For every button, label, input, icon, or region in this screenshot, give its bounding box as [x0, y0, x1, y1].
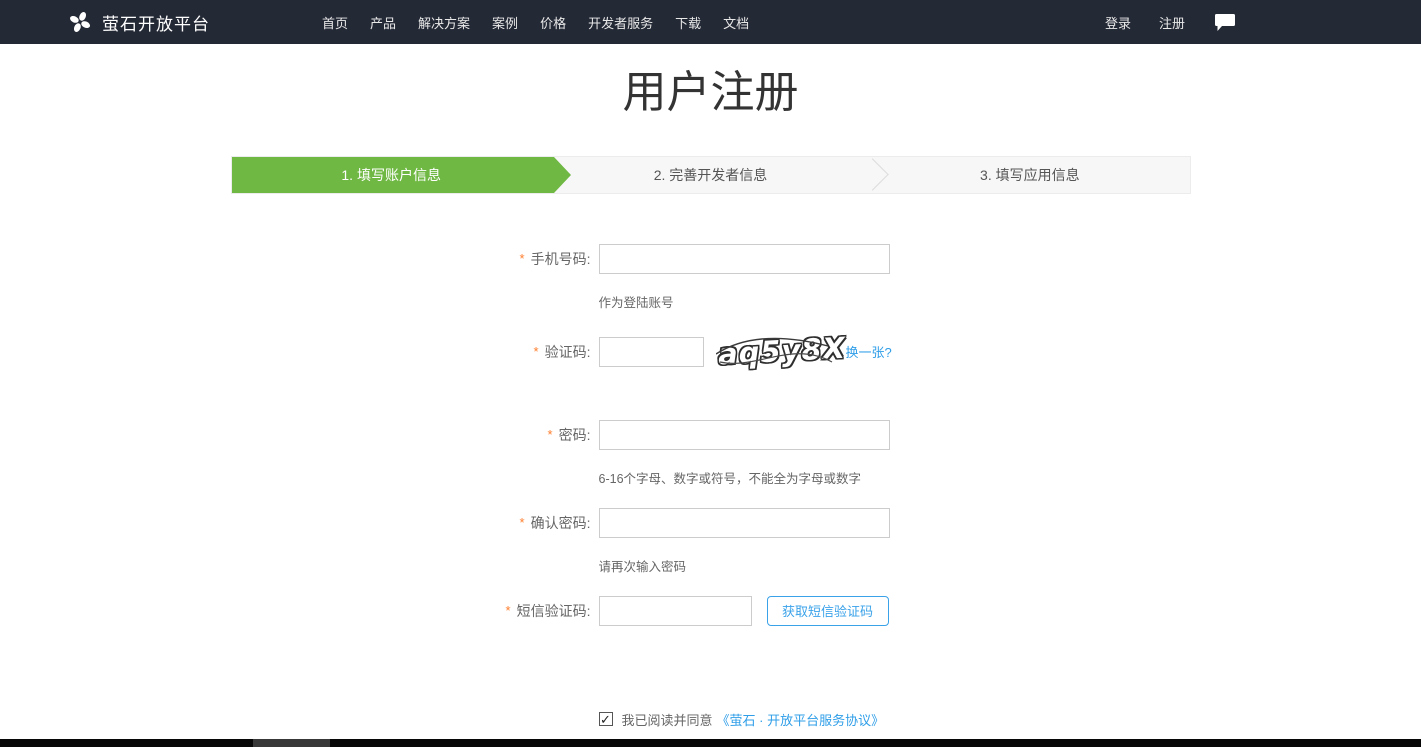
required-asterisk: * [534, 344, 539, 359]
confirm-password-group: *确认密码: 请再次输入密码 [231, 508, 1191, 596]
top-navbar: 萤石开放平台 首页 产品 解决方案 案例 价格 开发者服务 下载 文档 登录 注… [0, 0, 1421, 44]
nav-item-products[interactable]: 产品 [370, 13, 396, 32]
required-asterisk: * [506, 603, 511, 618]
step-3-app-info: 3. 填写应用信息 [870, 157, 1189, 193]
required-asterisk: * [520, 251, 525, 266]
captcha-image[interactable]: aq5y8X [716, 332, 834, 372]
phone-group: *手机号码: 作为登陆账号 [231, 244, 1191, 332]
sms-code-group: *短信验证码: 获取短信验证码 [231, 596, 1191, 684]
required-asterisk: * [548, 427, 553, 442]
captcha-label: *验证码: [231, 337, 591, 367]
header-right-group: 登录 注册 [1077, 13, 1421, 32]
password-label: *密码: [231, 420, 591, 450]
phone-help-text: 作为登陆账号 [599, 292, 1191, 311]
sms-code-label: *短信验证码: [231, 596, 591, 626]
captcha-input[interactable] [599, 337, 704, 367]
password-help-text: 6-16个字母、数字或符号，不能全为字母或数字 [599, 468, 1191, 487]
agreement-text: 我已阅读并同意 [622, 710, 713, 729]
confirm-password-input[interactable] [599, 508, 890, 538]
step-2-developer-info: 2. 完善开发者信息 [551, 157, 870, 193]
nav-item-docs[interactable]: 文档 [723, 13, 749, 32]
confirm-password-label: *确认密码: [231, 508, 591, 538]
agreement-checkbox[interactable]: ✓ [599, 712, 613, 726]
password-input[interactable] [599, 420, 890, 450]
step-indicator: 1. 填写账户信息 2. 完善开发者信息 3. 填写应用信息 [231, 156, 1191, 194]
pinwheel-logo-icon [68, 10, 92, 34]
step-1-account-info: 1. 填写账户信息 [232, 157, 551, 193]
phone-input[interactable] [599, 244, 890, 274]
nav-item-home[interactable]: 首页 [322, 13, 348, 32]
registration-form: *手机号码: 作为登陆账号 *验证码: aq5y8X 换一张? *密码: 6-1… [231, 244, 1191, 747]
required-asterisk: * [520, 515, 525, 530]
captcha-group: *验证码: aq5y8X 换一张? [231, 332, 1191, 420]
confirm-password-help-text: 请再次输入密码 [599, 556, 1191, 575]
bottom-screen-edge [0, 739, 1421, 747]
nav-item-developer-services[interactable]: 开发者服务 [588, 13, 653, 32]
brand-logo[interactable]: 萤石开放平台 [68, 10, 210, 35]
chat-bubble-icon[interactable] [1215, 14, 1235, 31]
service-agreement-link[interactable]: 《萤石 · 开放平台服务协议》 [717, 710, 885, 729]
phone-label: *手机号码: [231, 244, 591, 274]
captcha-noise-lines [716, 332, 834, 372]
password-group: *密码: 6-16个字母、数字或符号，不能全为字母或数字 [231, 420, 1191, 508]
bottom-bar-segment [253, 739, 330, 747]
sms-code-input[interactable] [599, 596, 752, 626]
register-link[interactable]: 注册 [1159, 13, 1185, 32]
nav-item-pricing[interactable]: 价格 [540, 13, 566, 32]
page-title: 用户注册 [0, 68, 1421, 119]
main-nav: 首页 产品 解决方案 案例 价格 开发者服务 下载 文档 [322, 13, 771, 32]
agreement-row: ✓ 我已阅读并同意 《萤石 · 开放平台服务协议》 [599, 710, 1191, 729]
login-link[interactable]: 登录 [1105, 13, 1131, 32]
brand-name: 萤石开放平台 [102, 10, 210, 35]
nav-item-cases[interactable]: 案例 [492, 13, 518, 32]
nav-item-solutions[interactable]: 解决方案 [418, 13, 470, 32]
nav-item-download[interactable]: 下载 [675, 13, 701, 32]
get-sms-code-button[interactable]: 获取短信验证码 [767, 596, 889, 626]
captcha-refresh-link[interactable]: 换一张? [846, 342, 892, 361]
